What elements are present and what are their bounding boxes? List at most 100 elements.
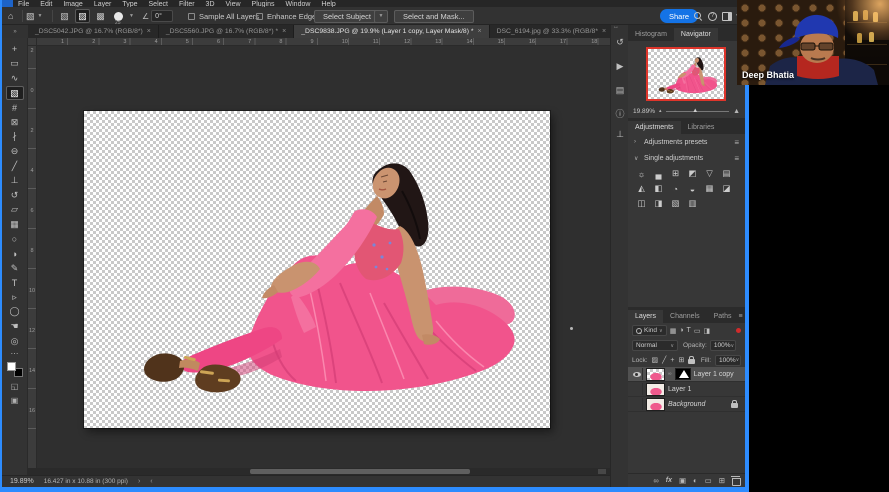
navigator-view-box[interactable] xyxy=(646,47,726,101)
selection-mode-button[interactable]: ▨ xyxy=(75,9,90,23)
status-menu-arrow[interactable]: › xyxy=(138,478,140,485)
foreground-color-chip[interactable] xyxy=(7,362,16,371)
layer-name[interactable]: Layer 1 xyxy=(668,386,691,393)
lock-artboard-icon[interactable]: ⊞ xyxy=(678,356,684,364)
workspace-button[interactable] xyxy=(722,7,732,25)
tab-libraries[interactable]: Libraries xyxy=(681,121,722,134)
adjustment-icon[interactable]: ◔ xyxy=(670,183,681,194)
menu-item[interactable]: Layer xyxy=(94,0,112,7)
adjustment-icon[interactable]: ◪ xyxy=(721,183,732,194)
adjustment-icon[interactable]: ▧ xyxy=(670,198,681,209)
selection-mode-button[interactable]: ▧ xyxy=(57,9,72,23)
info-panel-icon[interactable]: ⓘ xyxy=(611,107,629,120)
adjustment-icon[interactable]: ▤ xyxy=(721,168,732,179)
clone-source-panel-icon[interactable]: ⊥ xyxy=(611,129,629,140)
tool-button[interactable]: ↺ xyxy=(6,188,24,203)
new-layer-icon[interactable]: ⊞ xyxy=(719,476,725,485)
angle-input[interactable]: 0° xyxy=(151,10,173,22)
menu-item[interactable]: Type xyxy=(122,0,137,7)
document-tab[interactable]: _DSC5042.JPG @ 16.7% (RGB/8*) × xyxy=(28,25,159,38)
menu-item[interactable]: Edit xyxy=(40,0,52,7)
panel-strip-expander[interactable]: ↔ xyxy=(613,24,619,30)
single-adjustments-row[interactable]: ∨ Single adjustments ≡ xyxy=(628,150,745,166)
visibility-toggle[interactable] xyxy=(631,383,643,395)
layer-style-icon[interactable]: fx xyxy=(666,477,672,484)
tool-button[interactable]: ◯ xyxy=(6,305,24,320)
layer-name[interactable]: Background xyxy=(668,401,705,408)
filter-toggle-icon[interactable] xyxy=(736,328,741,333)
menu-item[interactable]: Window xyxy=(286,0,311,7)
zoom-in-icon[interactable]: ▲ xyxy=(733,108,740,115)
toolbar-collapse[interactable]: » xyxy=(2,25,28,38)
close-icon[interactable]: × xyxy=(478,28,482,35)
tool-button[interactable]: ▧ xyxy=(6,86,24,101)
new-group-icon[interactable]: ▭ xyxy=(705,476,712,485)
select-and-mask-button[interactable]: Select and Mask... xyxy=(394,7,474,25)
slider-thumb[interactable]: ▲ xyxy=(692,108,698,114)
filter-group-icon[interactable]: ▭ xyxy=(694,327,701,335)
close-icon[interactable]: × xyxy=(602,28,606,35)
enhance-edge-checkbox[interactable]: Enhance Edge xyxy=(256,7,316,25)
tool-button[interactable]: ▱ xyxy=(6,203,24,218)
menu-item[interactable]: Help xyxy=(321,0,335,7)
tool-button[interactable]: ○ xyxy=(6,232,24,247)
menu-item[interactable]: Image xyxy=(63,0,82,7)
help-button[interactable]: ? xyxy=(708,7,717,25)
adjustment-layer-icon[interactable]: ◐ xyxy=(693,476,698,485)
adjustment-icon[interactable]: ☼ xyxy=(636,168,647,179)
document-tab[interactable]: DSC_6194.jpg @ 33.3% (RGB/8* × xyxy=(490,25,614,38)
layer-row-layer1[interactable]: Layer 1 xyxy=(628,382,745,397)
tab-channels[interactable]: Channels xyxy=(663,310,707,323)
filter-pixel-icon[interactable]: ▦ xyxy=(670,327,677,335)
document-tab[interactable]: _DSC5560.JPG @ 16.7% (RGB/8*) * × xyxy=(159,25,294,38)
layer-thumbnail[interactable] xyxy=(646,398,665,411)
tool-button[interactable]: # xyxy=(6,100,24,115)
kind-filter-select[interactable]: Kind ∨ xyxy=(632,325,667,336)
layer-thumbnail[interactable] xyxy=(646,368,665,381)
tool-button[interactable]: ▦ xyxy=(6,217,24,232)
menu-item[interactable]: 3D xyxy=(206,0,215,7)
layer-name[interactable]: Layer 1 copy xyxy=(694,371,734,378)
lock-all-icon[interactable] xyxy=(688,359,695,364)
tab-layers[interactable]: Layers xyxy=(628,310,663,323)
tool-button[interactable]: ⊖ xyxy=(6,144,24,159)
actions-panel-icon[interactable]: ▶ xyxy=(611,61,629,72)
brush-chevron[interactable]: ▼ xyxy=(129,7,134,25)
filter-type-icon[interactable]: T xyxy=(687,327,691,334)
tool-button[interactable]: ◎ xyxy=(6,334,24,349)
webcam-video[interactable]: Deep Bhatia xyxy=(737,0,889,85)
tool-button[interactable]: ▭ xyxy=(6,57,24,72)
layer-mask-thumbnail[interactable] xyxy=(675,368,691,380)
tool-button[interactable]: ▹ xyxy=(6,290,24,305)
tool-button[interactable]: ╱ xyxy=(6,159,24,174)
adjustments-presets-row[interactable]: › Adjustments presets ≡ xyxy=(628,134,745,150)
adjustment-icon[interactable]: ◧ xyxy=(653,183,664,194)
tab-adjustments[interactable]: Adjustments xyxy=(628,121,681,134)
adjustment-icon[interactable]: ▄ xyxy=(653,168,664,179)
tool-button[interactable]: ∤ xyxy=(6,130,24,145)
tool-preset-button[interactable]: ▧ ▼ xyxy=(26,7,42,25)
tab-navigator[interactable]: Navigator xyxy=(674,28,718,41)
tool-button[interactable]: T xyxy=(6,276,24,291)
lock-transparency-icon[interactable]: ▨ xyxy=(652,356,659,364)
visibility-toggle[interactable] xyxy=(631,398,643,410)
filter-adjustment-icon[interactable]: ◑ xyxy=(679,327,683,334)
menu-item[interactable]: File xyxy=(18,0,29,7)
menu-item[interactable]: Plugins xyxy=(252,0,275,7)
document-canvas[interactable] xyxy=(84,111,550,428)
link-layers-icon[interactable]: ∞ xyxy=(653,476,658,485)
blend-mode-select[interactable]: Normal ∨ xyxy=(632,340,678,351)
fill-select[interactable]: 100% ∨ xyxy=(715,355,741,366)
close-icon[interactable]: × xyxy=(147,28,151,35)
history-panel-icon[interactable]: ↺ xyxy=(611,37,629,48)
adjustment-icon[interactable]: ◭ xyxy=(636,183,647,194)
screen-mode-icon[interactable]: ▣ xyxy=(11,396,19,405)
opacity-select[interactable]: 100% ∨ xyxy=(710,340,736,351)
lock-pixels-icon[interactable]: ╱ xyxy=(662,356,666,364)
adjustment-icon[interactable]: ▥ xyxy=(687,198,698,209)
search-button[interactable] xyxy=(694,7,702,25)
navigator-zoom-value[interactable]: 19.89% xyxy=(633,108,655,115)
adjustment-icon[interactable]: ◒ xyxy=(687,183,698,194)
menu-item[interactable]: Filter xyxy=(179,0,195,7)
add-mask-icon[interactable]: ▣ xyxy=(679,476,686,485)
